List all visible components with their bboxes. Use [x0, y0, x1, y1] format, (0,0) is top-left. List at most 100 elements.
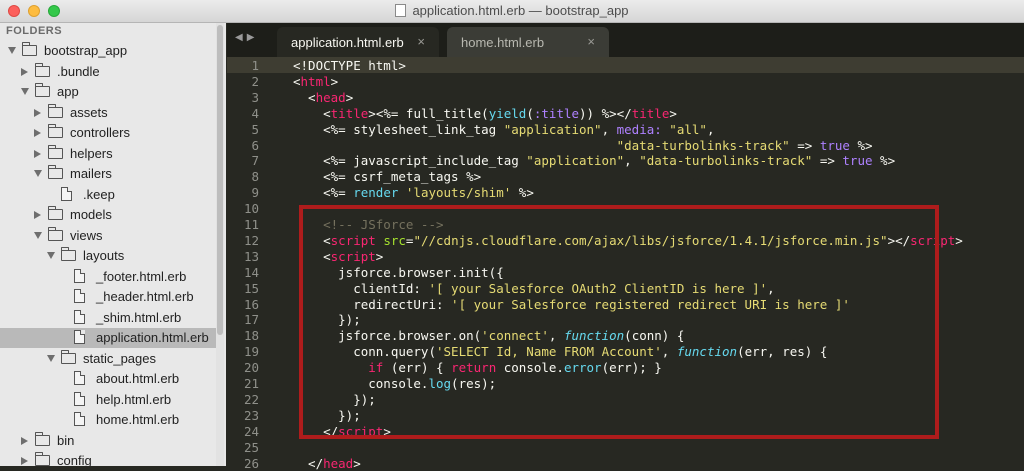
line-number: 10: [243, 201, 259, 217]
code-line[interactable]: </head>: [293, 456, 361, 471]
tree-item-label: config: [57, 453, 92, 466]
code-line[interactable]: <%= stylesheet_link_tag "application", m…: [293, 122, 714, 137]
code-token: <%= javascript_include_tag: [293, 153, 527, 169]
tree-item-label: .bundle: [57, 63, 100, 79]
code-token: render: [353, 185, 399, 201]
code-token: >: [345, 89, 354, 105]
line-number: 18: [243, 328, 259, 344]
file-icon: [74, 289, 85, 303]
tree-item-label: assets: [70, 104, 108, 120]
code-token: true: [819, 137, 850, 153]
close-icon[interactable]: ×: [587, 34, 595, 49]
tree-item-about-html-erb[interactable]: about.html.erb: [0, 369, 216, 389]
code-token: "application": [526, 153, 625, 169]
chevron-left-icon[interactable]: ◀: [235, 32, 247, 43]
window-title-wrap: application.html.erb — bootstrap_app: [0, 3, 1024, 18]
code-token: title: [330, 105, 369, 121]
code-token: yield: [488, 105, 527, 121]
disclosure-down-icon[interactable]: [8, 47, 16, 54]
code-token: ,: [601, 121, 617, 137]
tree-item-label: application.html.erb: [96, 330, 209, 345]
tree-item-controllers[interactable]: controllers: [0, 123, 216, 143]
code-token: media:: [616, 121, 662, 137]
tree-item-bootstrap-app[interactable]: bootstrap_app: [0, 41, 216, 61]
code-line[interactable]: <title><%= full_title(yield(:title)) %><…: [293, 106, 677, 121]
disclosure-right-icon[interactable]: [34, 149, 41, 158]
tree-item-helpers[interactable]: helpers: [0, 144, 216, 164]
tab-home-html-erb[interactable]: home.html.erb ×: [447, 27, 609, 57]
tree-item-home-html-erb[interactable]: home.html.erb: [0, 410, 216, 430]
tab-application-html-erb[interactable]: application.html.erb ×: [277, 27, 439, 57]
chevron-right-icon[interactable]: ▶: [247, 32, 259, 43]
disclosure-right-icon[interactable]: [34, 129, 41, 137]
tree-item-label: models: [70, 207, 112, 222]
line-number: 8: [251, 169, 259, 185]
code-line[interactable]: <%= javascript_include_tag "application"…: [293, 153, 895, 168]
tree-item-help-html-erb[interactable]: help.html.erb: [0, 390, 216, 410]
tab-bar: ◀▶ application.html.erb × home.html.erb …: [227, 23, 1024, 57]
code-line[interactable]: <%= csrf_meta_tags %>: [293, 169, 481, 184]
line-number: 12: [243, 232, 259, 248]
tree-item-header-html-erb[interactable]: _header.html.erb: [0, 287, 216, 307]
code-line[interactable]: "data-turbolinks-track" => true %>: [293, 138, 873, 153]
line-number: 21: [243, 376, 259, 391]
line-number: 3: [251, 89, 259, 105]
disclosure-right-icon[interactable]: [21, 457, 28, 465]
tree-item-label: home.html.erb: [96, 412, 180, 427]
line-number: 20: [243, 360, 259, 376]
disclosure-right-icon[interactable]: [34, 211, 41, 219]
tree-item-label: views: [70, 227, 103, 243]
line-number: 26: [243, 455, 259, 471]
tree-item-label: bin: [57, 432, 75, 448]
code-token: </: [616, 105, 632, 121]
line-number: 23: [243, 407, 259, 423]
tree-item-static-pages[interactable]: static_pages: [0, 349, 216, 369]
disclosure-down-icon[interactable]: [47, 252, 55, 259]
tree-item-config[interactable]: config: [0, 451, 216, 466]
disclosure-right-icon[interactable]: [21, 67, 28, 76]
tab-nav-arrows[interactable]: ◀▶: [235, 32, 258, 43]
folder-icon: [47, 144, 63, 159]
tree-item-models[interactable]: models: [0, 205, 216, 225]
tree-item-keep[interactable]: .keep: [0, 185, 216, 205]
code-token: "application": [503, 121, 602, 137]
code-token: =>: [812, 153, 843, 169]
tree-item-bin[interactable]: bin: [0, 431, 216, 451]
code-token: true: [842, 153, 873, 169]
code-editor[interactable]: 1 2 3 4 5 6 7 8 9 10 11 12 13 14 15 16 17 18 19 20 21 22 23 24 2…: [227, 57, 1024, 471]
tree-item-bundle[interactable]: .bundle: [0, 62, 216, 82]
tree-item-layouts[interactable]: layouts: [0, 246, 216, 266]
sidebar-scrollbar-thumb[interactable]: [217, 25, 223, 335]
tree-item-app[interactable]: app: [0, 82, 216, 102]
code-line[interactable]: <%= render 'layouts/shim' %>: [293, 185, 534, 200]
code-line[interactable]: <!DOCTYPE html>: [293, 58, 406, 73]
folder-open-icon: [60, 247, 76, 261]
code-token: %>: [872, 153, 896, 169]
line-number: 17: [243, 312, 259, 328]
tree-item-views[interactable]: views: [0, 226, 216, 246]
tree-item-assets[interactable]: assets: [0, 103, 216, 123]
file-icon: [74, 330, 85, 344]
code-token: <!DOCTYPE html>: [293, 58, 406, 73]
tab-label: application.html.erb: [291, 35, 404, 50]
close-icon[interactable]: ×: [417, 34, 425, 49]
tree-item-application-html-erb[interactable]: application.html.erb: [0, 328, 216, 348]
folder-open-icon: [60, 349, 76, 364]
tree-item-footer-html-erb[interactable]: _footer.html.erb: [0, 267, 216, 287]
sidebar-scrollbar[interactable]: [216, 23, 224, 466]
code-line[interactable]: <html>: [293, 74, 338, 89]
disclosure-right-icon[interactable]: [21, 436, 28, 445]
line-number: 22: [243, 391, 259, 407]
tree-item-label: app: [57, 84, 79, 99]
line-number: 13: [243, 248, 259, 264]
disclosure-down-icon[interactable]: [34, 231, 42, 239]
tree-item-shim-html-erb[interactable]: _shim.html.erb: [0, 308, 216, 328]
code-line[interactable]: <head>: [293, 90, 353, 105]
disclosure-down-icon[interactable]: [47, 354, 55, 362]
code-token: =>: [789, 137, 820, 153]
tree-item-mailers[interactable]: mailers: [0, 164, 216, 184]
disclosure-down-icon[interactable]: [21, 88, 29, 95]
disclosure-right-icon[interactable]: [34, 108, 41, 117]
tree-item-label: _header.html.erb: [96, 289, 194, 304]
disclosure-down-icon[interactable]: [34, 170, 42, 177]
